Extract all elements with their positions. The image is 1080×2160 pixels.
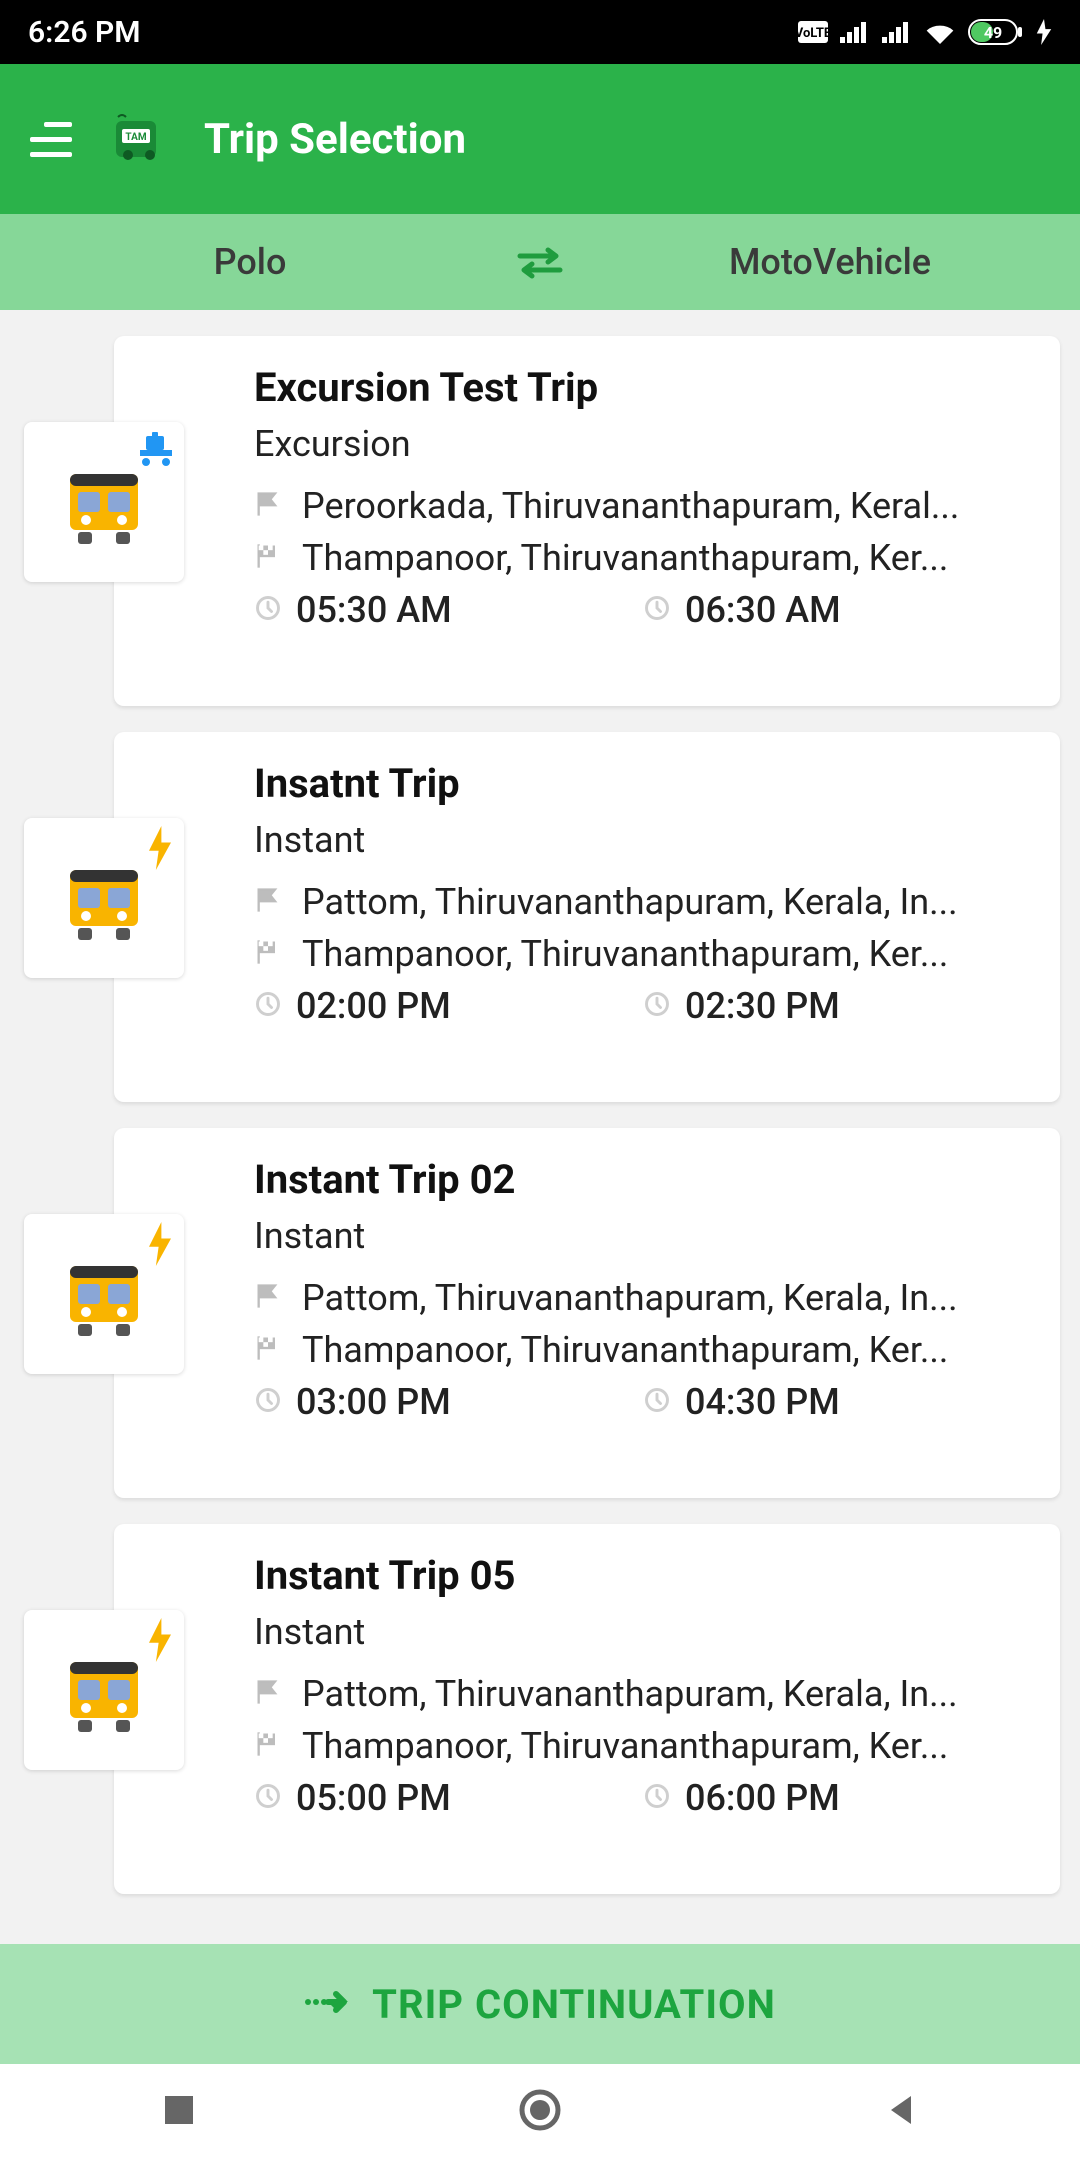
- flag-start-icon: [254, 1277, 286, 1319]
- trip-card[interactable]: Insatnt Trip Instant Pattom, Thiruvanant…: [114, 732, 1060, 1102]
- clock-icon: [254, 1777, 282, 1819]
- trip-to: Thampanoor, Thiruvananthapuram, Ker...: [302, 1725, 948, 1767]
- volte-icon: VoLTE: [798, 21, 828, 43]
- back-button[interactable]: [883, 2092, 919, 2132]
- trip-depart-time: 03:00 PM: [296, 1381, 451, 1423]
- trip-depart-time: 05:30 AM: [296, 589, 452, 631]
- trip-card[interactable]: Excursion Test Trip Excursion Peroorkada…: [114, 336, 1060, 706]
- recent-apps-button[interactable]: [161, 2092, 197, 2132]
- trip-title: Insatnt Trip: [254, 760, 1032, 807]
- flag-end-icon: [254, 1329, 286, 1371]
- app-logo-icon: TAM: [108, 109, 168, 169]
- luggage-icon: [136, 430, 176, 474]
- bus-icon: [56, 535, 152, 554]
- app-bar: TAM Trip Selection: [0, 64, 1080, 214]
- trip-depart-time: 02:00 PM: [296, 985, 451, 1027]
- flag-start-icon: [254, 881, 286, 923]
- menu-icon[interactable]: [30, 122, 72, 157]
- flag-start-icon: [254, 485, 286, 527]
- trip-to: Thampanoor, Thiruvananthapuram, Ker...: [302, 933, 948, 975]
- trip-type: Instant: [254, 1611, 1032, 1653]
- trip-from: Pattom, Thiruvananthapuram, Kerala, In..…: [302, 881, 958, 923]
- trip-time-row: 05:00 PM 06:00 PM: [254, 1777, 1032, 1819]
- clock-icon: [254, 1381, 282, 1423]
- trip-to: Thampanoor, Thiruvananthapuram, Ker...: [302, 537, 948, 579]
- trip-card[interactable]: Instant Trip 05 Instant Pattom, Thiruvan…: [114, 1524, 1060, 1894]
- trip-continuation-button[interactable]: TRIP CONTINUATION: [0, 1944, 1080, 2064]
- trip-type: Instant: [254, 819, 1032, 861]
- trip-from-row: Peroorkada, Thiruvananthapuram, Keral...: [254, 485, 1032, 527]
- clock-icon: [254, 985, 282, 1027]
- trip-from-row: Pattom, Thiruvananthapuram, Kerala, In..…: [254, 881, 1032, 923]
- clock-icon: [643, 1777, 671, 1819]
- flag-start-icon: [254, 1673, 286, 1715]
- trip-to-row: Thampanoor, Thiruvananthapuram, Ker...: [254, 933, 1032, 975]
- trip-arrive-time: 06:30 AM: [685, 589, 841, 631]
- clock-icon: [254, 589, 282, 631]
- trip-badge: [24, 818, 184, 978]
- flag-end-icon: [254, 1725, 286, 1767]
- flag-end-icon: [254, 933, 286, 975]
- trip-from-row: Pattom, Thiruvananthapuram, Kerala, In..…: [254, 1673, 1032, 1715]
- bolt-icon: [144, 826, 176, 874]
- trip-continuation-label: TRIP CONTINUATION: [372, 1981, 776, 2028]
- trip-depart-time: 05:00 PM: [296, 1777, 451, 1819]
- trip-type: Excursion: [254, 423, 1032, 465]
- bus-icon: [56, 931, 152, 950]
- signal-icon: [840, 21, 870, 43]
- signal-icon-2: [882, 21, 912, 43]
- trip-to-row: Thampanoor, Thiruvananthapuram, Ker...: [254, 1329, 1032, 1371]
- trip-to-row: Thampanoor, Thiruvananthapuram, Ker...: [254, 1725, 1032, 1767]
- trip-badge: [24, 422, 184, 582]
- svg-text:TAM: TAM: [125, 132, 146, 143]
- trip-title: Instant Trip 05: [254, 1552, 1032, 1599]
- system-nav-bar: [0, 2064, 1080, 2160]
- trip-type: Instant: [254, 1215, 1032, 1257]
- trip-arrive-time: 04:30 PM: [685, 1381, 840, 1423]
- bolt-icon: [144, 1618, 176, 1666]
- trip-from: Pattom, Thiruvananthapuram, Kerala, In..…: [302, 1673, 958, 1715]
- flag-end-icon: [254, 537, 286, 579]
- status-time: 6:26 PM: [28, 15, 141, 50]
- trip-from: Peroorkada, Thiruvananthapuram, Keral...: [302, 485, 959, 527]
- trip-arrive-time: 06:00 PM: [685, 1777, 840, 1819]
- home-button[interactable]: [518, 2088, 562, 2136]
- trip-to: Thampanoor, Thiruvananthapuram, Ker...: [302, 1329, 948, 1371]
- trip-title: Excursion Test Trip: [254, 364, 1032, 411]
- svg-text:49: 49: [984, 23, 1002, 42]
- trip-list[interactable]: Excursion Test Trip Excursion Peroorkada…: [0, 310, 1080, 1944]
- bolt-icon: [144, 1222, 176, 1270]
- trip-badge: [24, 1610, 184, 1770]
- trip-time-row: 05:30 AM 06:30 AM: [254, 589, 1032, 631]
- battery-icon: 49: [968, 19, 1024, 45]
- trip-title: Instant Trip 02: [254, 1156, 1032, 1203]
- route-to[interactable]: MotoVehicle: [580, 241, 1080, 283]
- status-indicators: VoLTE 49: [798, 19, 1052, 45]
- swap-icon[interactable]: [500, 244, 580, 280]
- svg-text:VoLTE: VoLTE: [798, 26, 828, 41]
- route-bar: Polo MotoVehicle: [0, 214, 1080, 310]
- arrow-right-icon: [304, 1986, 352, 2022]
- trip-from-row: Pattom, Thiruvananthapuram, Kerala, In..…: [254, 1277, 1032, 1319]
- clock-icon: [643, 985, 671, 1027]
- trip-from: Pattom, Thiruvananthapuram, Kerala, In..…: [302, 1277, 958, 1319]
- trip-card[interactable]: Instant Trip 02 Instant Pattom, Thiruvan…: [114, 1128, 1060, 1498]
- bus-icon: [56, 1327, 152, 1346]
- page-title: Trip Selection: [204, 115, 466, 164]
- trip-time-row: 03:00 PM 04:30 PM: [254, 1381, 1032, 1423]
- trip-time-row: 02:00 PM 02:30 PM: [254, 985, 1032, 1027]
- clock-icon: [643, 589, 671, 631]
- trip-arrive-time: 02:30 PM: [685, 985, 840, 1027]
- bus-icon: [56, 1723, 152, 1742]
- trip-to-row: Thampanoor, Thiruvananthapuram, Ker...: [254, 537, 1032, 579]
- status-bar: 6:26 PM VoLTE 49: [0, 0, 1080, 64]
- trip-badge: [24, 1214, 184, 1374]
- clock-icon: [643, 1381, 671, 1423]
- wifi-icon: [924, 20, 956, 44]
- charging-icon: [1036, 19, 1052, 45]
- route-from[interactable]: Polo: [0, 241, 500, 283]
